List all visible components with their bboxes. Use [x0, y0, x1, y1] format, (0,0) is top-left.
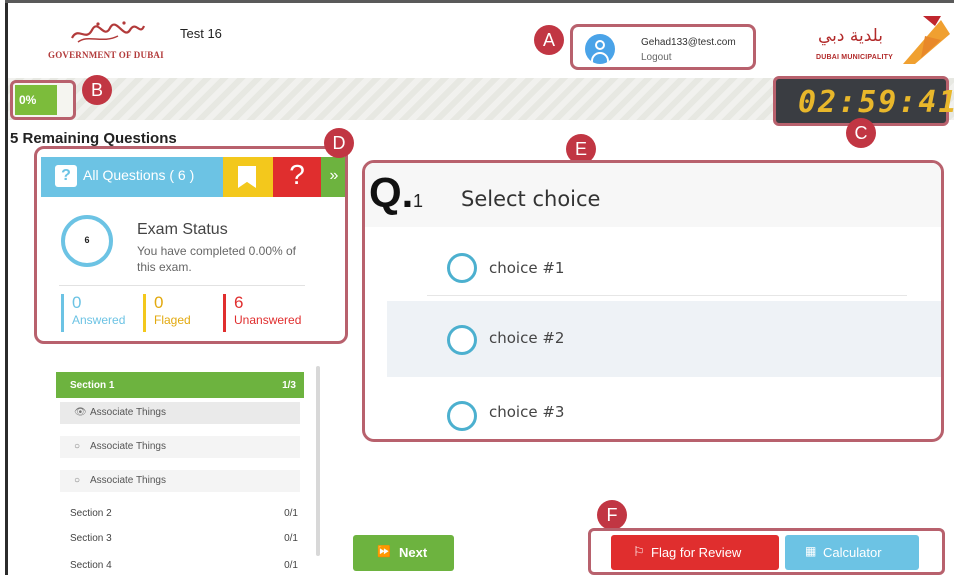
question-card: Q. 1 Select choice choice #1 choice #2 c…	[362, 160, 944, 442]
annotation-marker-f: F	[597, 500, 627, 530]
calculator-button-label: Calculator	[823, 545, 882, 560]
exam-screen: GOVERNMENT OF DUBAI Test 16 A Gehad133@t…	[0, 0, 954, 575]
section-count: 1/3	[282, 380, 296, 391]
flagged-count: 0	[154, 293, 164, 312]
flag-for-review-button[interactable]: ⚐ Flag for Review	[611, 535, 779, 570]
question-prefix: Q.	[369, 169, 414, 216]
section-title: Section 3	[70, 533, 112, 544]
gov-logo-text: GOVERNMENT OF DUBAI	[48, 50, 164, 60]
answered-label: Answered	[72, 313, 126, 327]
fast-forward-icon: ⏩	[377, 546, 391, 558]
circle-icon: ○	[74, 475, 81, 486]
exam-status-title: Exam Status	[137, 221, 228, 238]
dm-emblem-icon	[903, 16, 950, 64]
section-count: 0/1	[284, 560, 298, 571]
remaining-questions: 5 Remaining Questions	[10, 130, 177, 147]
flagged-label: Flaged	[154, 313, 191, 327]
question-bubble-icon: ?	[55, 165, 77, 187]
choice-radio[interactable]	[447, 253, 477, 283]
section-header-1[interactable]: Section 1 1/3	[56, 372, 304, 398]
section-list: Section 1 1/3 👁 Associate Things ○ Assoc…	[50, 366, 320, 575]
section-title: Section 2	[70, 508, 112, 519]
dubai-municipality-logo: بلدية دبي DUBAI MUNICIPALITY	[800, 16, 950, 68]
exam-progress-bar: 0%	[10, 80, 76, 120]
exam-title: Test 16	[180, 26, 222, 41]
logout-link[interactable]: Logout	[641, 52, 672, 63]
annotation-marker-a: A	[534, 25, 564, 55]
choice-label: choice #1	[489, 259, 565, 277]
next-button[interactable]: ⏩ Next	[353, 535, 454, 571]
stat-flagged: 0 Flaged	[143, 294, 191, 332]
section-row-3[interactable]: Section 3 0/1	[70, 533, 298, 544]
choice-label: choice #2	[489, 329, 565, 347]
question-header: Q. 1 Select choice	[365, 163, 941, 227]
gov-calligraphy-icon	[71, 21, 146, 43]
section-title: Section 4	[70, 560, 112, 571]
user-avatar-icon[interactable]	[585, 34, 615, 64]
unanswered-label: Unanswered	[234, 313, 302, 327]
tab-unanswered[interactable]: ?	[273, 157, 321, 197]
status-divider	[59, 285, 305, 286]
section-count: 0/1	[284, 533, 298, 544]
section-list-scrollbar[interactable]	[316, 366, 320, 556]
section-question-item[interactable]: ○ Associate Things	[60, 470, 300, 492]
next-button-label: Next	[399, 545, 428, 560]
user-email: Gehad133@test.com	[641, 37, 736, 48]
tab-all-questions[interactable]: ? All Questions ( 6 )	[41, 157, 223, 197]
circle-icon: ○	[74, 441, 81, 452]
tab-flagged[interactable]	[223, 157, 273, 197]
annotation-marker-c: C	[846, 118, 876, 148]
section-row-2[interactable]: Section 2 0/1	[70, 508, 298, 519]
exam-status-ring: 6	[61, 215, 113, 267]
section-question-item[interactable]: 👁 Associate Things	[60, 402, 300, 424]
question-number: 1	[413, 191, 424, 211]
choice-radio[interactable]	[447, 401, 477, 431]
progress-percent: 0%	[19, 93, 37, 107]
government-of-dubai-logo: GOVERNMENT OF DUBAI	[48, 20, 168, 62]
question-status-panel: ? All Questions ( 6 ) ? » 6 Exam Status …	[34, 146, 348, 344]
choice-option-3[interactable]: choice #3	[387, 377, 941, 439]
exam-status-description: You have completed 0.00% of this exam.	[137, 244, 297, 274]
tab-all-questions-label: All Questions ( 6 )	[83, 167, 195, 183]
flag-button-label: Flag for Review	[651, 545, 742, 560]
calculator-button[interactable]: ▦ Calculator	[785, 535, 919, 570]
choice-radio[interactable]	[447, 325, 477, 355]
stat-answered: 0 Answered	[61, 294, 125, 332]
answered-count: 0	[72, 293, 82, 312]
question-mark-icon: ?	[289, 159, 305, 190]
question-text: Select choice	[461, 187, 601, 211]
unanswered-count: 6	[234, 293, 244, 312]
calculator-icon: ▦	[805, 544, 817, 558]
choice-divider	[427, 295, 907, 296]
annotation-marker-b: B	[82, 75, 112, 105]
stat-unanswered: 6 Unanswered	[223, 294, 301, 332]
frame-border-top	[5, 0, 954, 3]
section-question-item[interactable]: ○ Associate Things	[60, 436, 300, 458]
annotation-marker-d: D	[324, 128, 354, 158]
action-buttons-group: ⚐ Flag for Review ▦ Calculator	[588, 528, 945, 575]
dm-logo-arabic: بلدية دبي	[818, 26, 884, 46]
section-title: Section 1	[70, 380, 115, 391]
section-question-label: Associate Things	[90, 441, 166, 452]
section-question-label: Associate Things	[90, 407, 166, 418]
eye-icon: 👁	[74, 407, 87, 418]
user-info-box: Gehad133@test.com Logout	[570, 24, 756, 70]
section-count: 0/1	[284, 508, 298, 519]
bookmark-icon	[238, 166, 256, 188]
timer-display: 02:59:41	[798, 85, 954, 120]
dm-logo-text: DUBAI MUNICIPALITY	[816, 54, 893, 61]
section-row-4[interactable]: Section 4 0/1	[70, 560, 298, 571]
section-question-label: Associate Things	[90, 475, 166, 486]
choice-option-2[interactable]: choice #2	[387, 301, 941, 377]
flag-icon: ⚐	[633, 544, 645, 559]
status-ring-value: 6	[84, 235, 90, 245]
choice-label: choice #3	[489, 403, 565, 421]
expand-panel-button[interactable]: »	[321, 157, 345, 197]
